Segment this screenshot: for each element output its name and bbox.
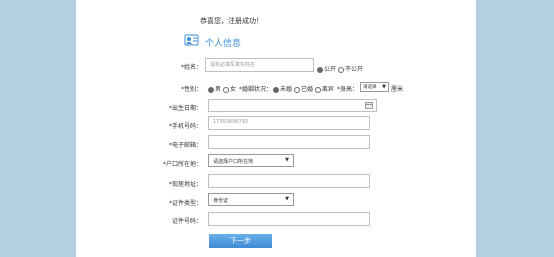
phone-input[interactable]: 17350898793 <box>208 116 370 130</box>
marital-options: 未婚 已婚 离异 <box>273 84 334 93</box>
name-input[interactable]: 请务必填写真实姓名 <box>205 58 314 72</box>
success-message: 恭喜您，注册成功！ <box>200 17 263 25</box>
idtype-label: *证件类型： <box>168 200 202 207</box>
next-button[interactable]: 下一步 <box>209 234 272 248</box>
idnum-input[interactable] <box>208 212 370 226</box>
gender-male-radio[interactable] <box>208 86 214 93</box>
height-label: *身高： <box>337 86 359 93</box>
name-label: *姓名： <box>180 64 202 71</box>
chevron-down-icon: ▼ <box>285 157 289 163</box>
calendar-icon[interactable] <box>365 102 373 111</box>
birth-label: *出生日期： <box>168 105 202 112</box>
marital-single-radio[interactable] <box>273 86 279 93</box>
birth-date-input[interactable] <box>208 99 377 112</box>
name-visibility: 公开 不公开 <box>317 64 363 73</box>
height-unit: 厘米 <box>391 86 404 93</box>
hukou-label: *户口所在地： <box>162 161 202 168</box>
public-radio[interactable] <box>317 66 323 73</box>
address-input[interactable] <box>208 174 370 188</box>
marital-married-radio[interactable] <box>293 86 300 93</box>
email-label: *电子邮箱： <box>168 142 202 149</box>
marital-label: *婚姻状况： <box>239 86 273 93</box>
gender-female-radio[interactable] <box>222 86 229 93</box>
idtype-select[interactable]: 身份证 ▼ <box>208 193 294 206</box>
marital-divorced-radio[interactable] <box>314 86 321 93</box>
email-input[interactable] <box>208 135 370 149</box>
gender-label: *性别： <box>180 86 202 93</box>
phone-label: *手机号码： <box>168 123 202 130</box>
person-card-icon <box>184 33 200 47</box>
private-radio[interactable] <box>337 66 344 73</box>
section-title: 个人信息 <box>205 39 242 49</box>
gender-options: 男 女 <box>208 84 236 93</box>
hukou-select[interactable]: 请选择户口所在地 ▼ <box>208 154 294 167</box>
chevron-down-icon: ▼ <box>285 196 289 202</box>
idnum-label: 证件号码： <box>171 218 202 225</box>
chevron-down-icon: ▼ <box>382 84 386 90</box>
address-label: *现居地址： <box>168 181 202 188</box>
height-select[interactable]: 请选择 ▼ <box>360 82 389 92</box>
